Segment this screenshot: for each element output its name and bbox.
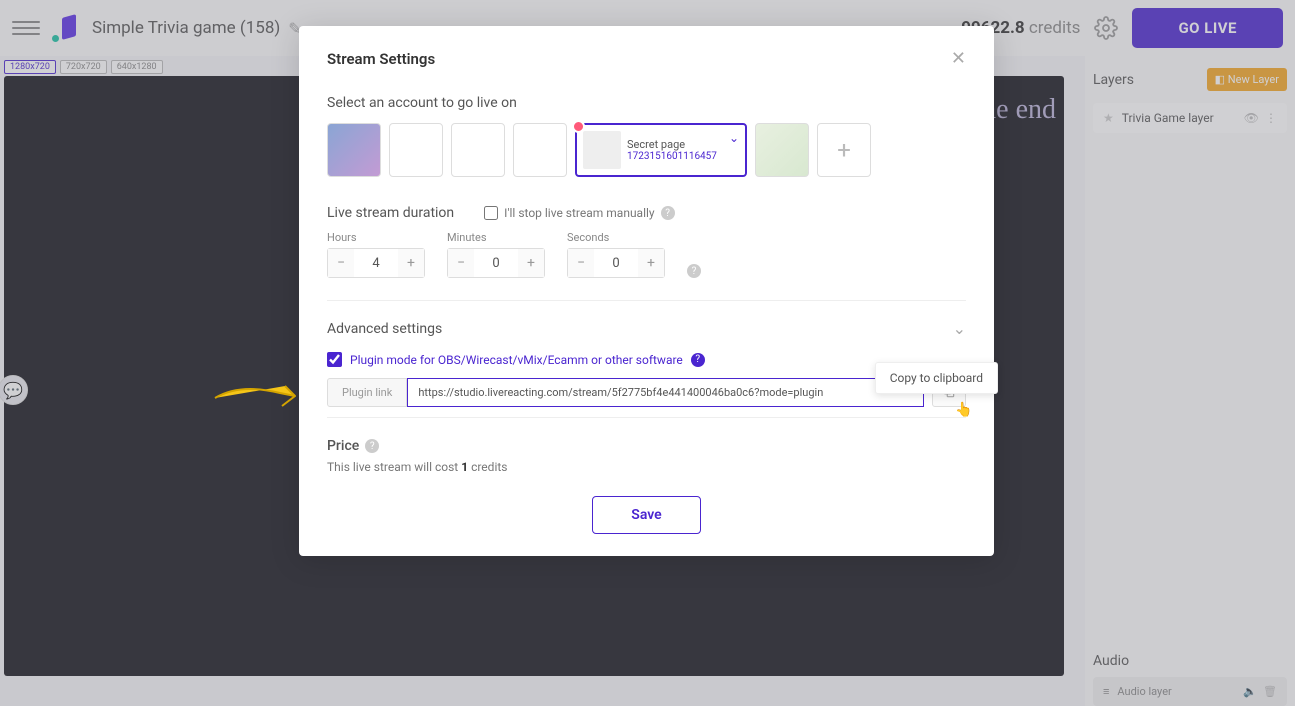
hours-input[interactable] — [354, 256, 398, 271]
help-icon[interactable]: ? — [661, 206, 675, 220]
account-option-selected[interactable]: Secret page 1723151601116457 ⌄ — [575, 123, 747, 177]
seconds-increment[interactable]: + — [638, 249, 664, 277]
account-option-1[interactable] — [327, 123, 381, 177]
plugin-mode-checkbox[interactable] — [327, 352, 342, 367]
seconds-label: Seconds — [567, 231, 665, 244]
plugin-link-label: Plugin link — [327, 378, 407, 407]
duration-help-icon[interactable]: ? — [687, 264, 701, 278]
price-text: This live stream will cost 1 credits — [327, 460, 966, 474]
minutes-decrement[interactable]: − — [448, 249, 474, 277]
stream-settings-modal: Stream Settings ✕ Select an account to g… — [299, 26, 994, 556]
copy-tooltip: Copy to clipboard — [875, 362, 998, 394]
divider — [327, 417, 966, 418]
hours-decrement[interactable]: − — [328, 249, 354, 277]
account-id: 1723151601116457 — [627, 151, 717, 162]
notification-badge — [572, 120, 585, 133]
plugin-link-input[interactable] — [407, 378, 924, 407]
duration-title: Live stream duration — [327, 205, 454, 221]
minutes-increment[interactable]: + — [518, 249, 544, 277]
account-option-6[interactable] — [755, 123, 809, 177]
manual-stop-input[interactable] — [484, 206, 498, 220]
plugin-help-icon[interactable]: ? — [691, 353, 705, 367]
seconds-decrement[interactable]: − — [568, 249, 594, 277]
modal-title: Stream Settings — [327, 50, 435, 68]
advanced-title: Advanced settings — [327, 321, 442, 337]
seconds-input[interactable] — [594, 256, 638, 271]
hours-label: Hours — [327, 231, 425, 244]
account-name: Secret page — [627, 138, 717, 151]
add-account-button[interactable]: + — [817, 123, 871, 177]
save-button[interactable]: Save — [592, 496, 700, 534]
select-account-label: Select an account to go live on — [327, 95, 966, 111]
account-option-4[interactable] — [513, 123, 567, 177]
seconds-stepper[interactable]: − + — [567, 248, 665, 278]
advanced-toggle-icon[interactable]: ⌄ — [953, 319, 966, 338]
minutes-label: Minutes — [447, 231, 545, 244]
manual-stop-checkbox[interactable]: I'll stop live stream manually ? — [484, 206, 674, 220]
manual-stop-label: I'll stop live stream manually — [504, 206, 654, 220]
hours-stepper[interactable]: − + — [327, 248, 425, 278]
account-option-2[interactable] — [389, 123, 443, 177]
divider — [327, 300, 966, 301]
chevron-down-icon[interactable]: ⌄ — [729, 131, 739, 145]
minutes-input[interactable] — [474, 256, 518, 271]
account-thumb — [583, 131, 621, 169]
hours-increment[interactable]: + — [398, 249, 424, 277]
price-help-icon[interactable]: ? — [365, 439, 379, 453]
account-option-3[interactable] — [451, 123, 505, 177]
close-icon[interactable]: ✕ — [951, 48, 966, 69]
plugin-mode-label: Plugin mode for OBS/Wirecast/vMix/Ecamm … — [350, 353, 683, 367]
price-title: Price — [327, 438, 359, 454]
minutes-stepper[interactable]: − + — [447, 248, 545, 278]
